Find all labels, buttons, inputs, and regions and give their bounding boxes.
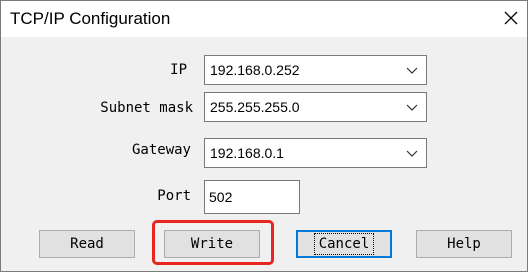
gateway-combobox[interactable]: 192.168.0.1 — [204, 138, 427, 168]
chevron-down-icon — [406, 150, 418, 157]
tcpip-config-dialog: TCP/IP Configuration IP 192.168.0.252 Su… — [0, 0, 528, 272]
subnet-mask-label: Subnet mask — [100, 100, 193, 116]
close-icon — [504, 11, 518, 25]
ip-combobox[interactable]: 192.168.0.252 — [204, 55, 427, 85]
chevron-down-icon — [406, 104, 418, 111]
port-value: 502 — [209, 189, 233, 205]
cancel-button[interactable]: Cancel — [296, 230, 392, 258]
read-button[interactable]: Read — [39, 230, 135, 258]
window-title: TCP/IP Configuration — [10, 9, 171, 28]
cancel-button-label: Cancel — [313, 233, 375, 255]
port-input[interactable]: 502 — [204, 180, 300, 214]
chevron-down-icon — [406, 67, 418, 74]
title-bar: TCP/IP Configuration — [1, 1, 527, 37]
gateway-value: 192.168.0.1 — [210, 145, 284, 161]
port-label: Port — [157, 188, 191, 204]
ip-label: IP — [170, 62, 187, 78]
write-button-highlight — [152, 220, 274, 265]
gateway-label: Gateway — [131, 142, 191, 158]
close-button[interactable] — [499, 5, 523, 31]
subnet-mask-value: 255.255.255.0 — [210, 99, 300, 115]
subnet-mask-combobox[interactable]: 255.255.255.0 — [204, 92, 427, 122]
ip-value: 192.168.0.252 — [210, 62, 300, 78]
help-button[interactable]: Help — [416, 230, 512, 258]
